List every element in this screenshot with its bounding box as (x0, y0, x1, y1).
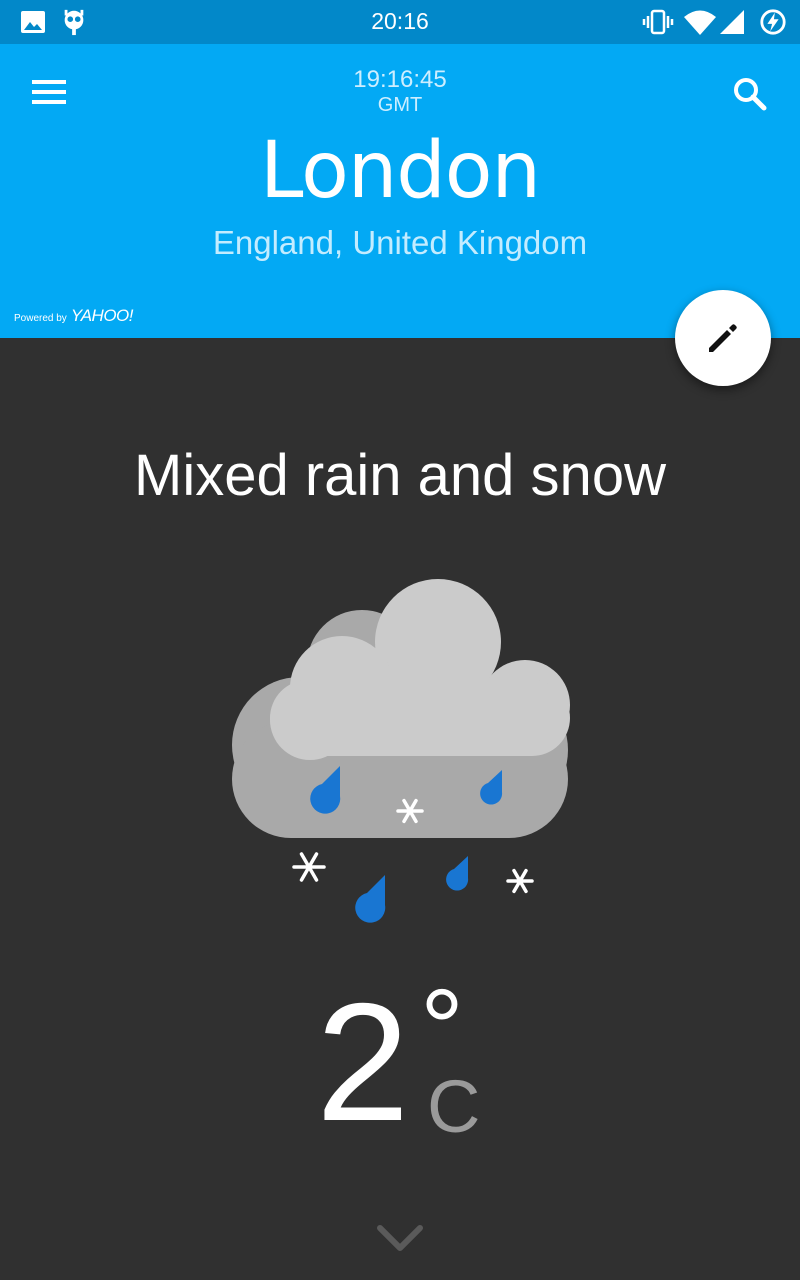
expand-details-button[interactable] (372, 1218, 428, 1258)
search-button[interactable] (724, 70, 778, 120)
status-bar: 20:16 (0, 0, 800, 44)
status-time: 20:16 (371, 8, 429, 34)
local-time: 19:16:45 (353, 66, 447, 93)
wifi-icon (684, 10, 716, 35)
timezone-label: GMT (377, 94, 423, 116)
region-name: England, United Kingdom (212, 224, 588, 261)
temperature-display: 2 ° C (0, 974, 800, 1168)
temperature-unit[interactable]: C (427, 1070, 480, 1144)
vibrate-icon (642, 9, 674, 35)
rain-snow-cloud-icon (232, 579, 570, 923)
edit-location-button[interactable] (675, 290, 771, 386)
chevron-down-icon (377, 1225, 423, 1251)
battery-charging-icon (760, 9, 786, 35)
cellular-signal-icon (720, 10, 744, 34)
location-header: 19:16:45 GMT London England, United King… (0, 44, 800, 338)
search-icon (734, 78, 767, 111)
powered-by-label: Powered by (14, 313, 67, 324)
yahoo-logo: YAHOO! (70, 306, 134, 325)
city-name: London (260, 126, 541, 216)
edit-icon (709, 324, 737, 352)
temperature-value: 2 (316, 968, 410, 1156)
weather-condition: Mixed rain and snow (134, 443, 666, 508)
powered-by-yahoo[interactable]: Powered by YAHOO! (14, 306, 134, 326)
